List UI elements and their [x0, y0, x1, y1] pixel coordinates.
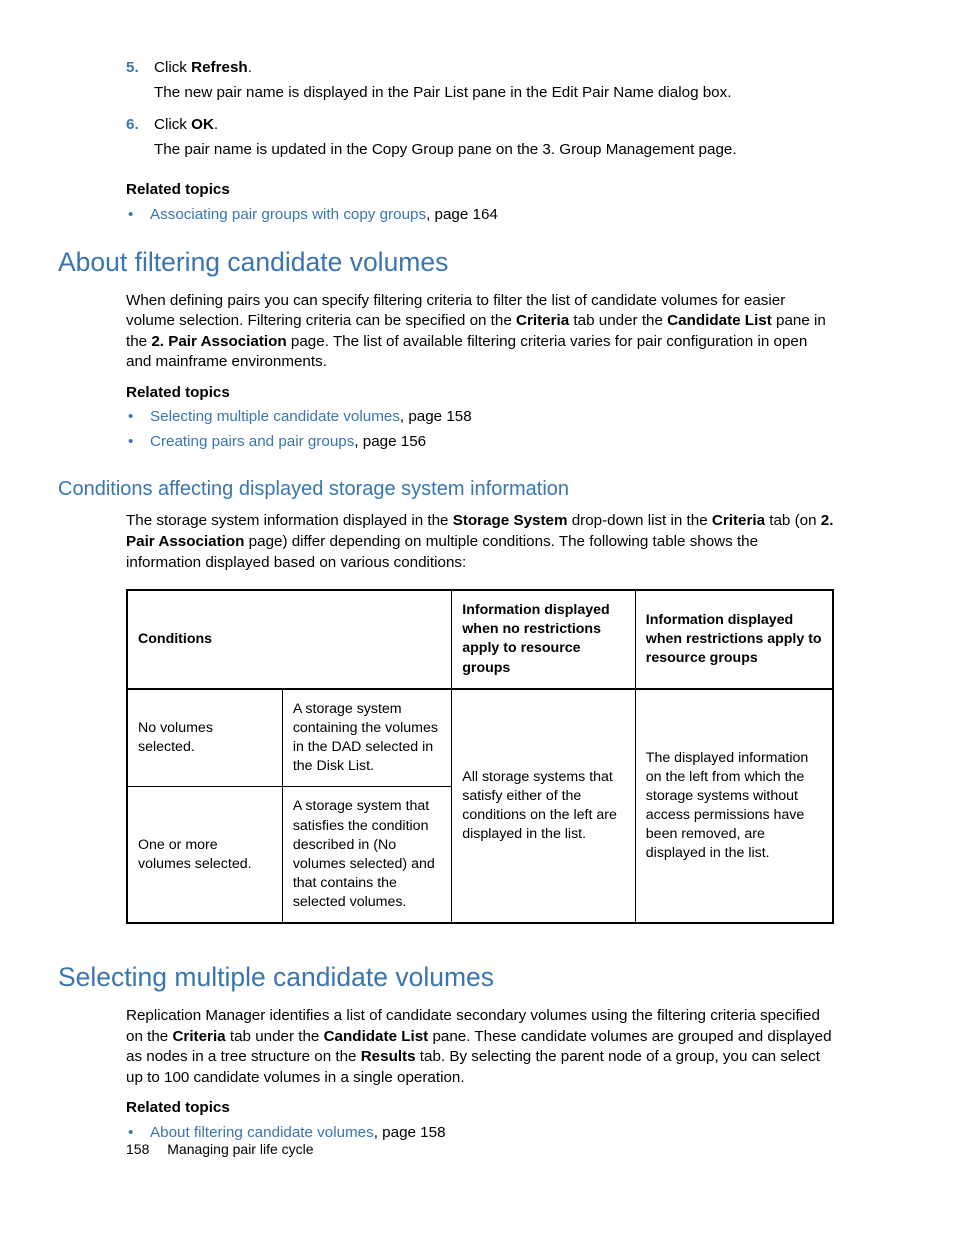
cell: All storage systems that satisfy either … — [452, 689, 636, 924]
bold: Storage System — [453, 512, 568, 529]
related-topics-label: Related topics — [126, 180, 834, 201]
link[interactable]: Selecting multiple candidate volumes — [150, 408, 400, 425]
bullet-icon: • — [126, 407, 150, 428]
list-text: Associating pair groups with copy groups… — [150, 205, 498, 226]
bullet-icon: • — [126, 205, 150, 226]
table-header-row: Conditions Information displayed when no… — [127, 590, 833, 689]
step-number: 6. — [126, 115, 154, 170]
step-body: Click Refresh. The new pair name is disp… — [154, 58, 834, 113]
step-5: 5. Click Refresh. The new pair name is d… — [126, 58, 834, 113]
page: 5. Click Refresh. The new pair name is d… — [0, 0, 954, 1235]
bold: Candidate List — [667, 312, 772, 329]
bold: Criteria — [712, 512, 765, 529]
step-6: 6. Click OK. The pair name is updated in… — [126, 115, 834, 170]
text: Click — [154, 116, 191, 133]
related-topics-label: Related topics — [126, 383, 834, 404]
table-row: No volumes selected. A storage system co… — [127, 689, 833, 787]
paragraph: Replication Manager identifies a list of… — [126, 1006, 834, 1088]
about-section: When defining pairs you can specify filt… — [58, 291, 834, 453]
link[interactable]: Associating pair groups with copy groups — [150, 206, 426, 223]
cell: A storage system that satisfies the cond… — [282, 787, 451, 924]
list-item: • Associating pair groups with copy grou… — [126, 205, 834, 226]
cell: No volumes selected. — [127, 689, 282, 787]
related-topics-label: Related topics — [126, 1098, 834, 1119]
text: , page 156 — [354, 433, 426, 450]
ordered-steps: 5. Click Refresh. The new pair name is d… — [58, 58, 834, 225]
list-item: • Creating pairs and pair groups, page 1… — [126, 432, 834, 453]
footer-title: Managing pair life cycle — [167, 1141, 313, 1157]
text: . — [248, 59, 252, 76]
bold: Results — [361, 1048, 416, 1065]
button-name: Refresh — [191, 59, 248, 76]
conditions-table: Conditions Information displayed when no… — [126, 589, 834, 924]
bold: Criteria — [516, 312, 569, 329]
cell: A storage system containing the volumes … — [282, 689, 451, 787]
bullet-icon: • — [126, 432, 150, 453]
step-number: 5. — [126, 58, 154, 113]
link[interactable]: Creating pairs and pair groups — [150, 433, 354, 450]
paragraph: The storage system information displayed… — [126, 511, 834, 573]
footer: 158 Managing pair life cycle — [126, 1140, 314, 1159]
page-number: 158 — [126, 1141, 149, 1157]
text: , page 164 — [426, 206, 498, 223]
bold: Criteria — [172, 1028, 225, 1045]
related-topics-list: • Associating pair groups with copy grou… — [126, 205, 834, 226]
cell: One or more volumes selected. — [127, 787, 282, 924]
heading-selecting-multiple: Selecting multiple candidate volumes — [58, 960, 834, 996]
step-sub: The new pair name is displayed in the Pa… — [154, 83, 834, 104]
bold: Candidate List — [324, 1028, 429, 1045]
heading-about-filtering: About filtering candidate volumes — [58, 245, 834, 281]
selecting-section: Replication Manager identifies a list of… — [58, 1006, 834, 1143]
list-text: Selecting multiple candidate volumes, pa… — [150, 407, 472, 428]
step-sub: The pair name is updated in the Copy Gro… — [154, 140, 834, 161]
text: tab under the — [569, 312, 667, 329]
list-text: Creating pairs and pair groups, page 156 — [150, 432, 426, 453]
step-body: Click OK. The pair name is updated in th… — [154, 115, 834, 170]
bold: 2. Pair Association — [151, 333, 286, 350]
list-item: • Selecting multiple candidate volumes, … — [126, 407, 834, 428]
th-conditions: Conditions — [127, 590, 452, 689]
paragraph: When defining pairs you can specify filt… — [126, 291, 834, 373]
cell: The displayed information on the left fr… — [635, 689, 833, 924]
th-restrictions: Information displayed when restrictions … — [635, 590, 833, 689]
text: Click — [154, 59, 191, 76]
text: tab under the — [226, 1028, 324, 1045]
text: , page 158 — [374, 1124, 446, 1141]
text: drop-down list in the — [568, 512, 712, 529]
text: . — [214, 116, 218, 133]
conditions-section: The storage system information displayed… — [58, 511, 834, 924]
link[interactable]: About filtering candidate volumes — [150, 1124, 374, 1141]
related-topics-list: • Selecting multiple candidate volumes, … — [126, 407, 834, 452]
button-name: OK — [191, 116, 214, 133]
heading-conditions: Conditions affecting displayed storage s… — [58, 476, 834, 503]
text: , page 158 — [400, 408, 472, 425]
th-no-restrictions: Information displayed when no restrictio… — [452, 590, 636, 689]
text: tab (on — [765, 512, 821, 529]
text: The storage system information displayed… — [126, 512, 453, 529]
